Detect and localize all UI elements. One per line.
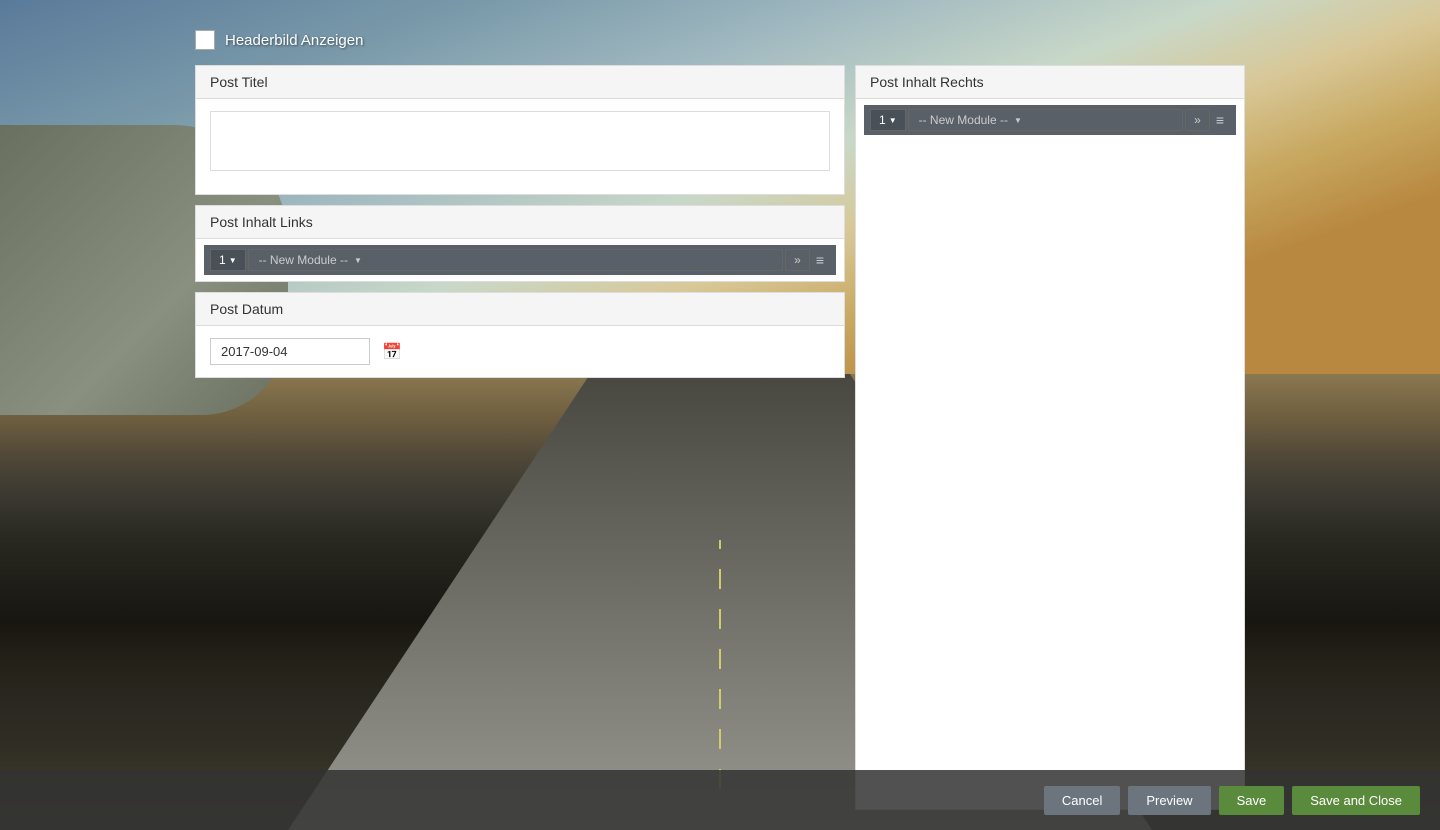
module-links-select-btn[interactable]: -- New Module -- ▼ xyxy=(248,249,784,271)
post-titel-textarea[interactable] xyxy=(210,111,830,171)
post-inhalt-links-body: 1 ▼ -- New Module -- ▼ » ≡ xyxy=(196,239,844,281)
module-links-new-module-label: -- New Module -- xyxy=(259,253,348,267)
panels-row: Post Titel Post Inhalt Links 1 ▼ xyxy=(195,65,1245,810)
post-titel-body xyxy=(196,99,844,186)
left-panel: Post Titel Post Inhalt Links 1 ▼ xyxy=(195,65,845,810)
post-inhalt-rechts-header: Post Inhalt Rechts xyxy=(856,66,1244,99)
post-titel-card: Post Titel xyxy=(195,65,845,195)
module-rechts-expand-btn[interactable]: ≡ xyxy=(1210,109,1230,131)
calendar-icon: 📅 xyxy=(382,344,402,361)
module-rechts-expand-icon: ≡ xyxy=(1216,112,1224,128)
action-bar: Cancel Preview Save Save and Close xyxy=(0,770,1440,830)
post-inhalt-rechts-module-row: 1 ▼ -- New Module -- ▼ » ≡ xyxy=(864,105,1236,135)
module-rechts-number-caret-icon: ▼ xyxy=(889,116,897,125)
post-inhalt-rechts-card: Post Inhalt Rechts 1 ▼ -- New Module -- … xyxy=(855,65,1245,810)
module-rechts-new-module-label: -- New Module -- xyxy=(919,113,1008,127)
post-inhalt-rechts-body: 1 ▼ -- New Module -- ▼ » ≡ xyxy=(856,99,1244,141)
date-input-row: 📅 xyxy=(210,338,830,365)
save-button[interactable]: Save xyxy=(1219,786,1285,815)
module-rechts-number-btn[interactable]: 1 ▼ xyxy=(870,109,906,131)
cancel-button[interactable]: Cancel xyxy=(1044,786,1120,815)
save-and-close-button[interactable]: Save and Close xyxy=(1292,786,1420,815)
date-input[interactable] xyxy=(210,338,370,365)
post-datum-card: Post Datum 📅 xyxy=(195,292,845,378)
module-links-number: 1 xyxy=(219,253,226,267)
preview-button[interactable]: Preview xyxy=(1128,786,1210,815)
right-panel: Post Inhalt Rechts 1 ▼ -- New Module -- … xyxy=(855,65,1245,810)
module-links-forward-btn[interactable]: » xyxy=(785,249,810,271)
module-rechts-select-caret-icon: ▼ xyxy=(1014,116,1022,125)
post-datum-body: 📅 xyxy=(196,326,844,377)
post-inhalt-links-card: Post Inhalt Links 1 ▼ -- New Module -- ▼ xyxy=(195,205,845,282)
content-area: Headerbild Anzeigen Post Titel Post Inha… xyxy=(0,0,1440,830)
post-inhalt-links-module-row: 1 ▼ -- New Module -- ▼ » ≡ xyxy=(204,245,836,275)
module-links-number-caret-icon: ▼ xyxy=(229,256,237,265)
module-links-expand-icon: ≡ xyxy=(816,252,824,268)
module-links-number-btn[interactable]: 1 ▼ xyxy=(210,249,246,271)
post-titel-header: Post Titel xyxy=(196,66,844,99)
module-rechts-forward-btn[interactable]: » xyxy=(1185,109,1210,131)
module-rechts-select-btn[interactable]: -- New Module -- ▼ xyxy=(908,109,1184,131)
calendar-button[interactable]: 📅 xyxy=(378,340,406,364)
module-rechts-forward-icon: » xyxy=(1194,113,1201,127)
module-links-expand-btn[interactable]: ≡ xyxy=(810,249,830,271)
headerbild-label: Headerbild Anzeigen xyxy=(225,32,363,49)
module-links-forward-icon: » xyxy=(794,253,801,267)
module-links-select-caret-icon: ▼ xyxy=(354,256,362,265)
post-inhalt-links-header: Post Inhalt Links xyxy=(196,206,844,239)
headerbild-checkbox[interactable] xyxy=(195,30,215,50)
post-datum-header: Post Datum xyxy=(196,293,844,326)
header-row: Headerbild Anzeigen xyxy=(195,30,1245,50)
module-rechts-number: 1 xyxy=(879,113,886,127)
main-container: Headerbild Anzeigen Post Titel Post Inha… xyxy=(0,0,1440,830)
